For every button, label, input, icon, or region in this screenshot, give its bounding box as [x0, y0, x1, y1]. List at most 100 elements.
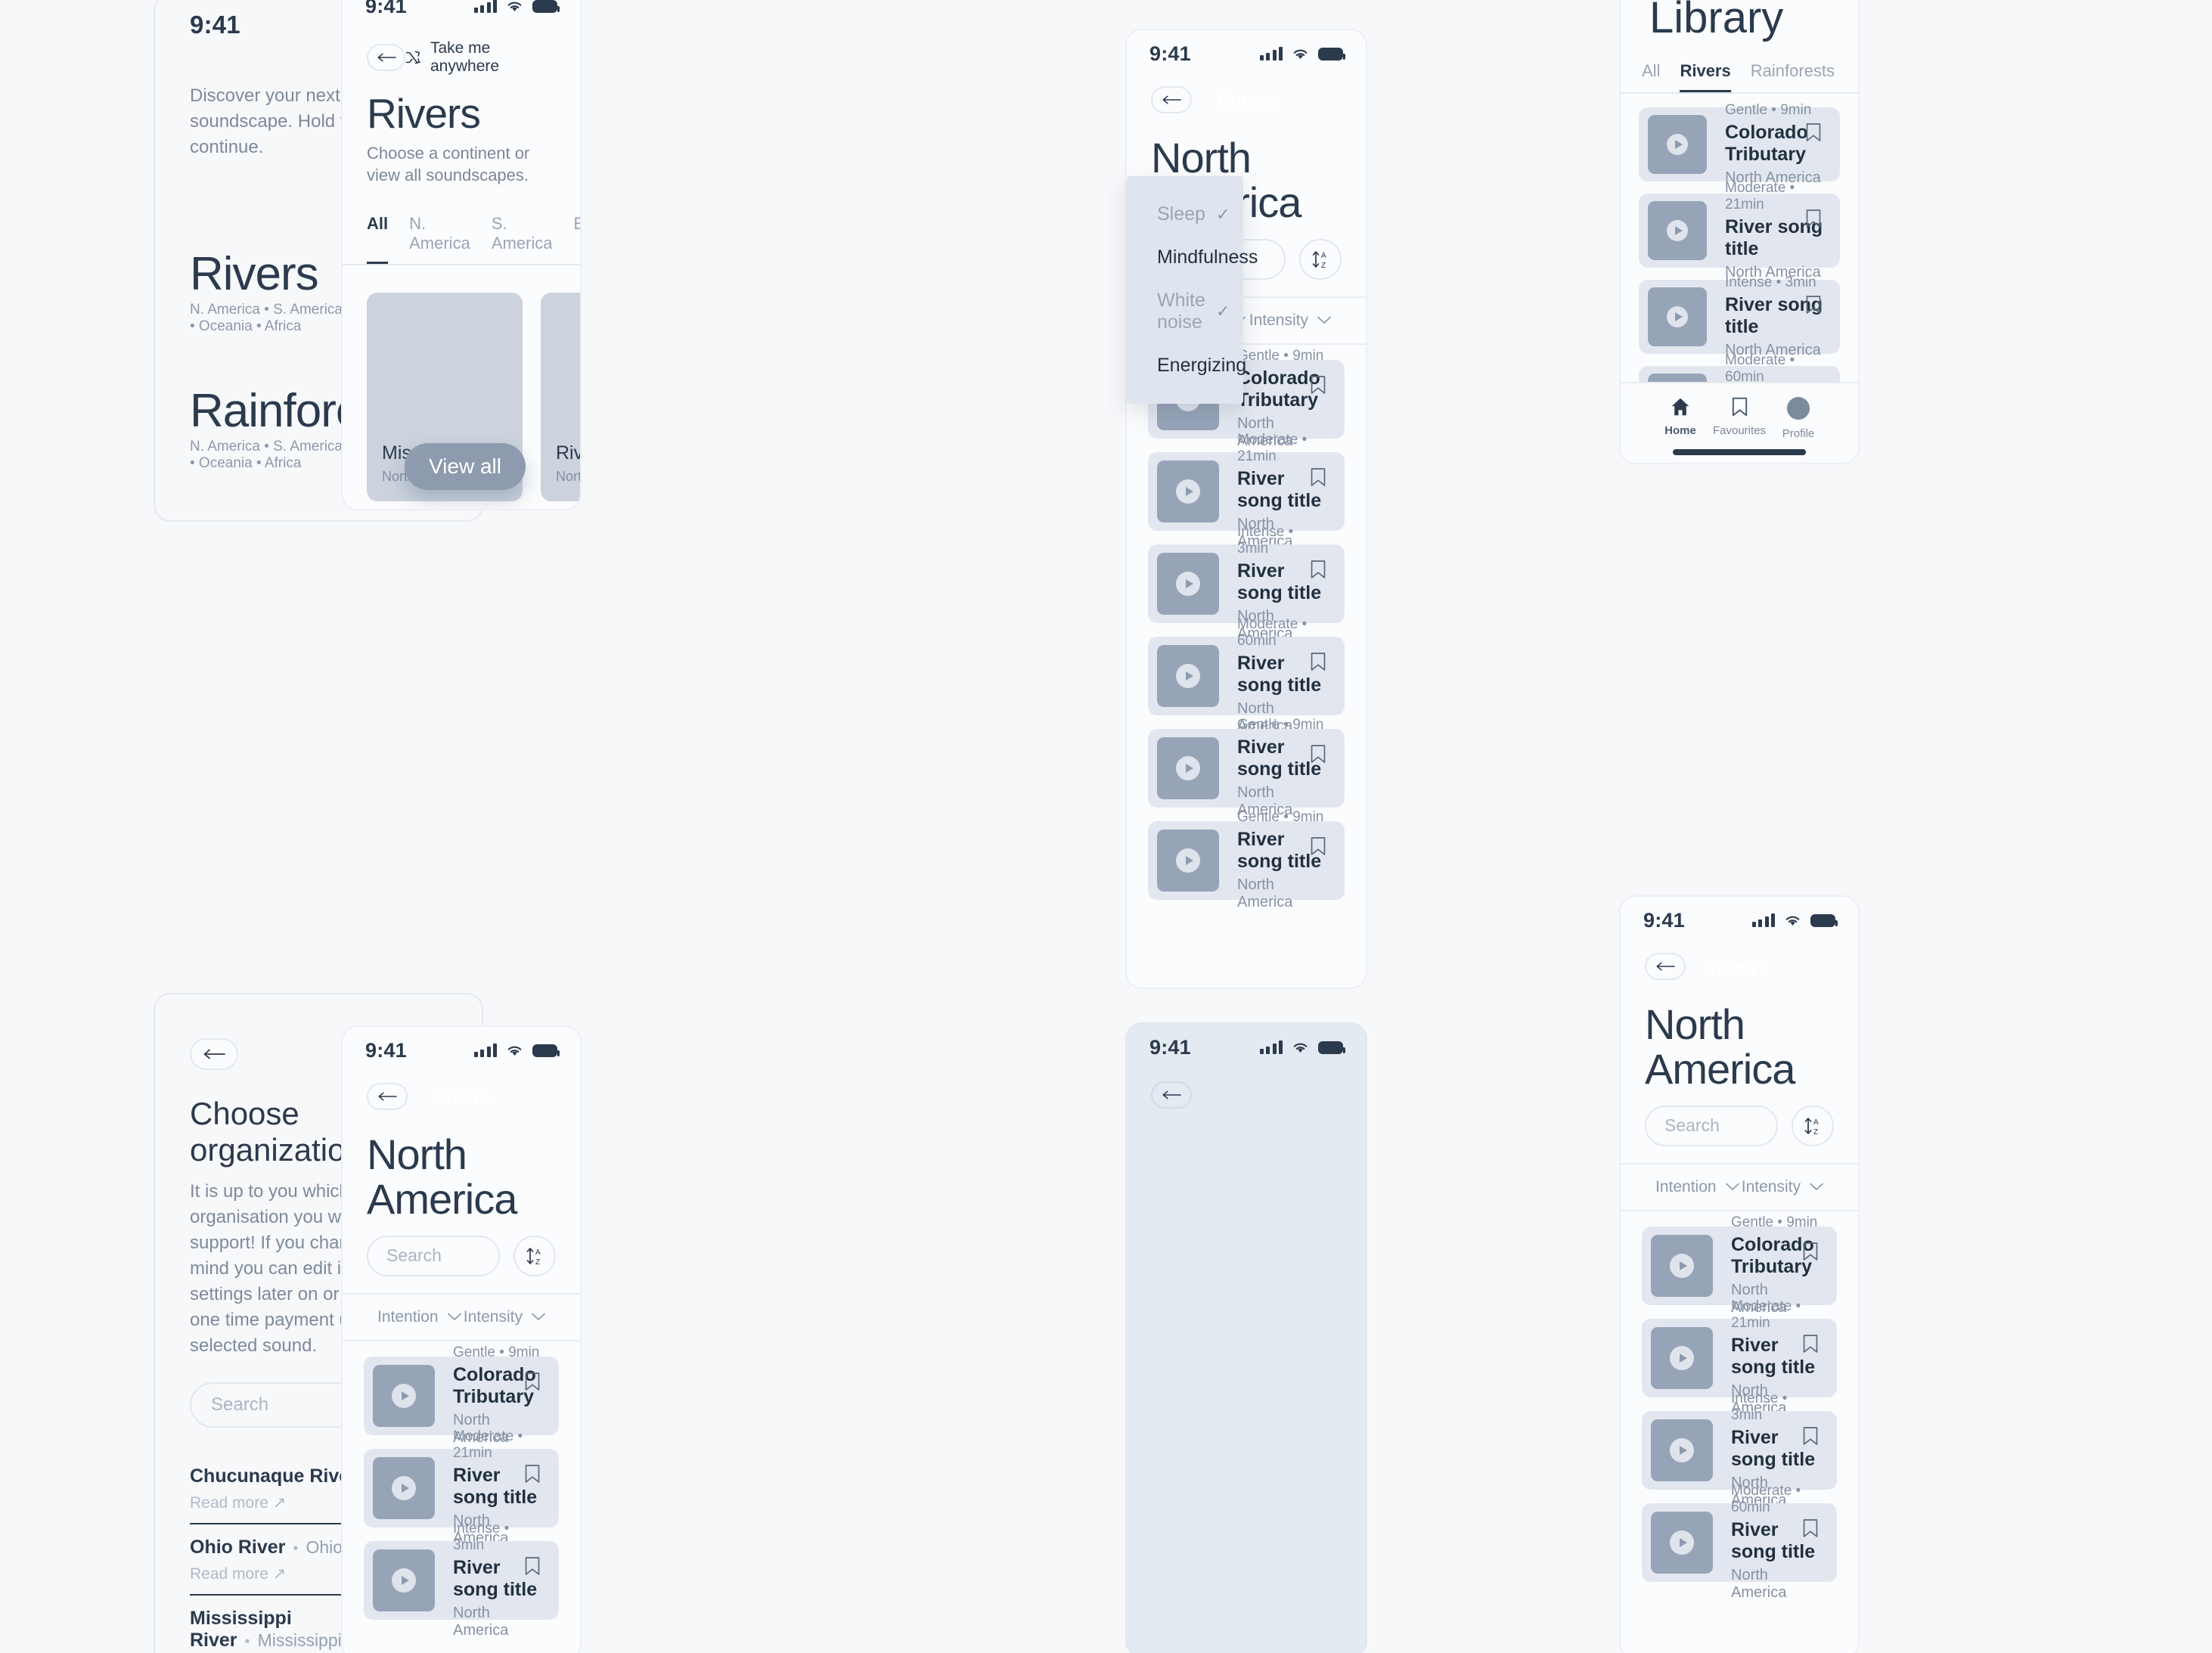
list-item[interactable]: Moderate • 21min River song title North … [364, 1428, 559, 1546]
play-icon[interactable] [1176, 571, 1200, 596]
play-icon[interactable] [1670, 1345, 1694, 1370]
bookmark-icon[interactable] [1310, 375, 1326, 395]
list-item[interactable]: Moderate • 60min River song title North … [1642, 1483, 1837, 1601]
bookmark-icon[interactable] [1802, 1518, 1819, 1538]
tab-rivers[interactable]: Rivers [1680, 61, 1731, 92]
filter-intensity[interactable]: Intensity [1742, 1178, 1823, 1196]
search-input[interactable]: Search [367, 1235, 500, 1276]
page-subtitle: Choose a continent or view all soundscap… [367, 143, 530, 185]
play-icon[interactable] [1176, 479, 1200, 504]
bookmark-icon[interactable] [1805, 123, 1822, 142]
list-item[interactable]: Gentle • 9min Colorado Tributary North A… [1639, 102, 1840, 186]
track-thumbnail [1651, 1511, 1713, 1574]
bookmark-icon[interactable] [1310, 836, 1326, 856]
dropdown-option-mindfulness[interactable]: Mindfulness [1127, 236, 1258, 279]
tab-label: Profile [1782, 427, 1815, 440]
intention-dropdown[interactable]: Sleep ✓ Mindfulness White noise ✓ Energi… [1127, 176, 1258, 404]
bookmark-icon[interactable] [1802, 1242, 1819, 1261]
play-icon[interactable] [1670, 1437, 1694, 1462]
svg-text:Z: Z [1321, 262, 1326, 270]
play-icon[interactable] [392, 1568, 416, 1593]
filter-intention[interactable]: Intention [377, 1308, 461, 1326]
dropdown-option-white-noise[interactable]: White noise ✓ [1127, 279, 1243, 344]
list-item[interactable]: Moderate • 21min River song title North … [1639, 180, 1840, 281]
bookmark-icon[interactable] [1805, 295, 1822, 315]
bookmark-icon[interactable] [524, 1556, 541, 1576]
bookmark-icon[interactable] [524, 1372, 541, 1391]
track-thumbnail [1648, 115, 1707, 174]
sort-az-icon[interactable]: AZ [513, 1235, 556, 1276]
list-item[interactable]: Gentle • 9min Colorado Tributary North A… [364, 1344, 559, 1446]
sort-az-icon[interactable]: AZ [1792, 1105, 1834, 1146]
status-time: 9:41 [365, 0, 407, 17]
dropdown-option-sleep[interactable]: Sleep ✓ [1127, 193, 1243, 236]
dropdown-option-energizing[interactable]: Energizing [1127, 344, 1247, 387]
play-icon[interactable] [1670, 1253, 1694, 1278]
play-icon[interactable] [1176, 848, 1200, 873]
list-item[interactable]: Intense • 3min River song title North Am… [1642, 1391, 1837, 1509]
phone-frame-north-america: 9:41 Rivers North America Search A Z Int… [341, 1025, 582, 1653]
svg-text:Z: Z [535, 1258, 540, 1267]
view-all-button[interactable]: View all [405, 443, 526, 490]
dropdown-option-label: Energizing [1157, 355, 1247, 376]
filter-intention[interactable]: Intention [1655, 1178, 1739, 1196]
play-icon[interactable] [392, 1383, 416, 1408]
list-item[interactable]: Moderate • 21min River song title North … [1642, 1298, 1837, 1416]
tab-s-america[interactable]: S. America [492, 214, 553, 264]
tab-europe[interactable]: Europe [574, 214, 581, 264]
wifi-icon [1293, 49, 1308, 59]
list-item[interactable]: Moderate • 21min River song title North … [1148, 432, 1345, 550]
play-icon[interactable] [1176, 663, 1200, 688]
tab-rainforests[interactable]: Rainforests [1751, 61, 1835, 92]
bookmark-icon[interactable] [1310, 652, 1326, 671]
list-item[interactable]: Gentle • 9min River song title North Ame… [1148, 809, 1345, 910]
separator-dot: • [293, 1540, 299, 1557]
play-icon[interactable] [1667, 220, 1688, 241]
filter-intensity[interactable]: Intensity [464, 1308, 545, 1326]
back-button[interactable] [367, 1083, 408, 1110]
list-item[interactable]: Gentle • 9min River song title North Ame… [1148, 717, 1345, 818]
separator-dot: • [244, 1633, 250, 1650]
track-thumbnail [1651, 1234, 1713, 1297]
play-icon[interactable] [1667, 306, 1688, 327]
bookmark-icon[interactable] [1310, 560, 1326, 579]
search-input[interactable]: Search [1645, 1105, 1778, 1146]
list-item[interactable]: Intense • 3min River song title North Am… [1639, 274, 1840, 358]
tab-n-america[interactable]: N. America [409, 214, 470, 264]
bookmark-icon[interactable] [1310, 744, 1326, 764]
signal-icon [1259, 1040, 1283, 1054]
back-button[interactable] [1151, 86, 1192, 113]
bookmark-icon[interactable] [1802, 1334, 1819, 1354]
sidebar-item-home[interactable]: Home [1651, 397, 1710, 440]
search-placeholder: Search [386, 1245, 442, 1266]
battery-icon [1318, 47, 1345, 60]
sort-az-icon[interactable]: AZ [1299, 238, 1342, 280]
back-button[interactable] [1151, 1081, 1192, 1109]
back-button[interactable] [190, 1038, 238, 1070]
bookmark-icon[interactable] [1802, 1426, 1819, 1446]
list-item[interactable]: Moderate • 60min River song title North … [1148, 616, 1345, 734]
play-icon[interactable] [392, 1475, 416, 1500]
list-item[interactable]: Intense • 3min River song title North Am… [364, 1521, 559, 1639]
bookmark-icon[interactable] [1805, 209, 1822, 228]
list-item[interactable]: Gentle • 9min Colorado Tributary North A… [1642, 1214, 1837, 1316]
back-button[interactable] [1645, 953, 1686, 980]
soundscape-card[interactable]: River song title North America • Gentle … [541, 293, 580, 502]
take-me-anywhere-button[interactable]: Take me anywhere [405, 39, 556, 76]
filter-intensity[interactable]: Intensity [1249, 312, 1331, 330]
status-time: 9:41 [1149, 1035, 1191, 1059]
list-item[interactable]: Intense • 3min River song title North Am… [1148, 524, 1345, 642]
play-icon[interactable] [1176, 755, 1200, 780]
sidebar-item-profile[interactable]: Profile [1769, 397, 1828, 440]
tab-all[interactable]: All [367, 214, 389, 265]
bookmark-icon[interactable] [1310, 467, 1326, 487]
filter-label: Intensity [1741, 1177, 1801, 1196]
play-icon[interactable] [1667, 134, 1688, 155]
arrow-left-icon [1162, 1090, 1181, 1099]
back-button[interactable] [367, 44, 406, 71]
play-icon[interactable] [1670, 1530, 1694, 1555]
bookmark-icon[interactable] [524, 1464, 541, 1484]
tab-all[interactable]: All [1642, 61, 1660, 92]
track-thumbnail [1157, 552, 1219, 615]
sidebar-item-favourites[interactable]: Favourites [1710, 397, 1769, 440]
